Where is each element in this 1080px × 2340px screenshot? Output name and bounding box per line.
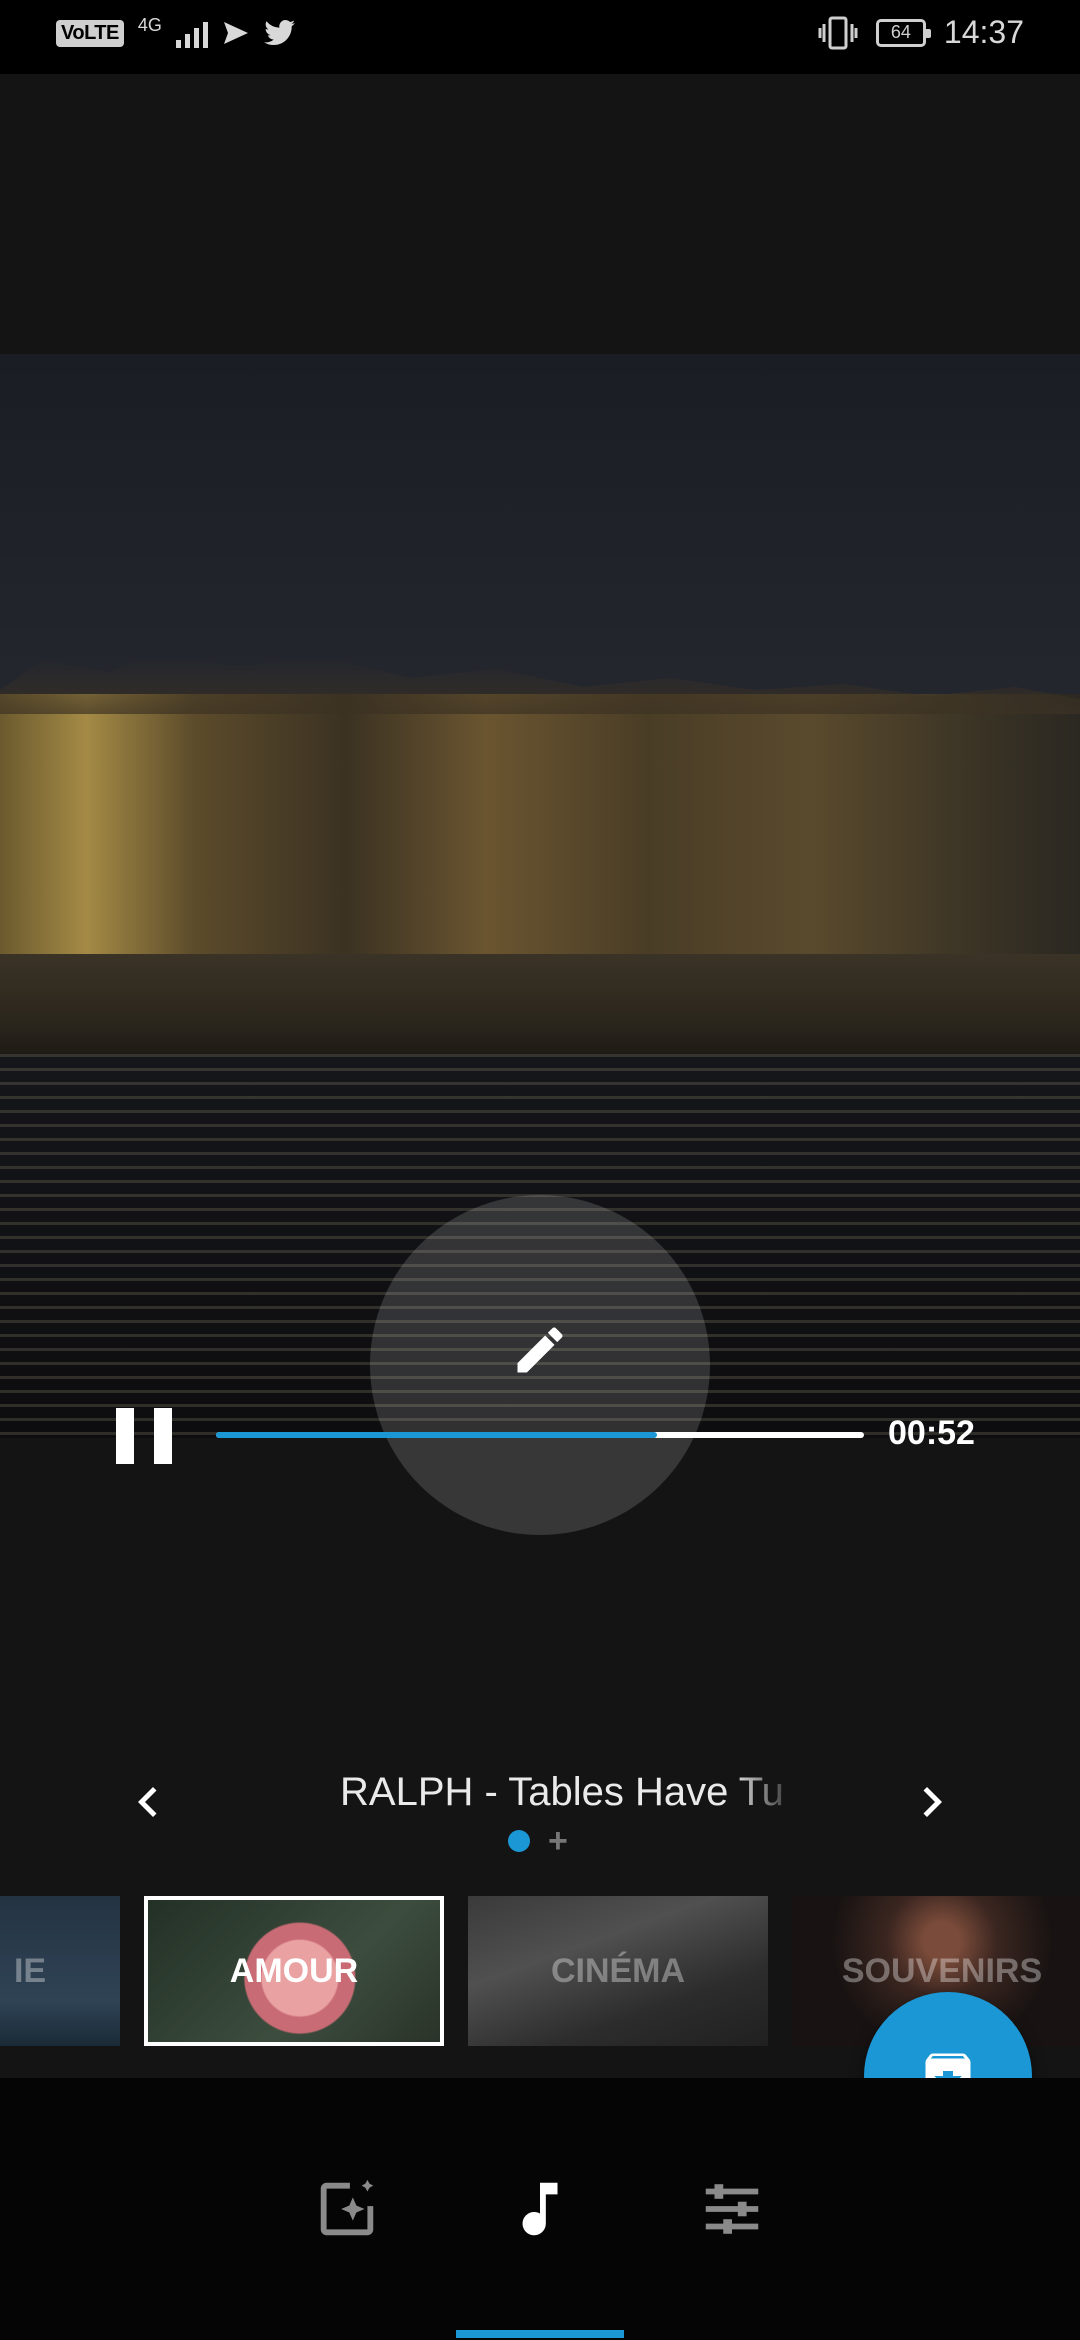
clock: 14:37 xyxy=(943,14,1024,50)
status-right: 64 14:37 xyxy=(818,14,1024,51)
pause-button[interactable] xyxy=(116,1408,172,1464)
bottom-navigation xyxy=(0,2078,1080,2340)
add-track-icon[interactable]: + xyxy=(548,1822,568,1861)
progress-fill xyxy=(216,1432,657,1438)
vibrate-icon xyxy=(818,16,858,49)
battery-icon: 64 xyxy=(875,18,931,47)
music-track-selector: RALPH - Tables Have Tu xyxy=(0,1766,1080,1830)
theme-card[interactable]: CINÉMA xyxy=(468,1896,768,2046)
theme-card-selected[interactable]: AMOUR xyxy=(144,1896,444,2046)
network-type: 4G xyxy=(137,14,162,35)
chevron-right-icon[interactable] xyxy=(902,1772,962,1832)
scene-buildings xyxy=(0,694,1080,994)
send-icon xyxy=(223,22,248,44)
theme-label: SOUVENIRS xyxy=(841,1951,1043,1990)
theme-label: AMOUR xyxy=(229,1951,359,1990)
status-left: VoLTE 4G xyxy=(56,14,296,48)
track-pager: + xyxy=(504,1822,584,1860)
theme-card[interactable]: IE xyxy=(0,1896,120,2046)
progress-bar[interactable] xyxy=(216,1432,864,1438)
pager-dot-active[interactable] xyxy=(508,1830,530,1852)
pause-icon-bar-left xyxy=(116,1408,134,1464)
theme-label: IE xyxy=(13,1951,47,1990)
status-bar: VoLTE 4G 64 14:37 xyxy=(0,0,1080,74)
sparkle-photo-icon[interactable] xyxy=(312,2174,382,2244)
theme-label: CINÉMA xyxy=(550,1951,686,1990)
battery-level: 64 xyxy=(890,22,911,42)
nav-active-indicator xyxy=(456,2330,624,2338)
music-note-icon[interactable] xyxy=(505,2174,575,2244)
twitter-icon xyxy=(263,20,295,46)
pencil-icon xyxy=(517,1327,563,1373)
volte-badge: VoLTE xyxy=(56,19,124,47)
elapsed-time: 00:52 xyxy=(888,1414,975,1452)
track-title: RALPH - Tables Have Tu xyxy=(340,1770,784,1814)
chevron-left-icon[interactable] xyxy=(118,1772,178,1832)
playback-controls: 00:52 xyxy=(0,1400,1080,1470)
sliders-icon[interactable] xyxy=(697,2174,767,2244)
pause-icon-bar-right xyxy=(154,1408,172,1464)
signal-icon xyxy=(175,18,208,48)
